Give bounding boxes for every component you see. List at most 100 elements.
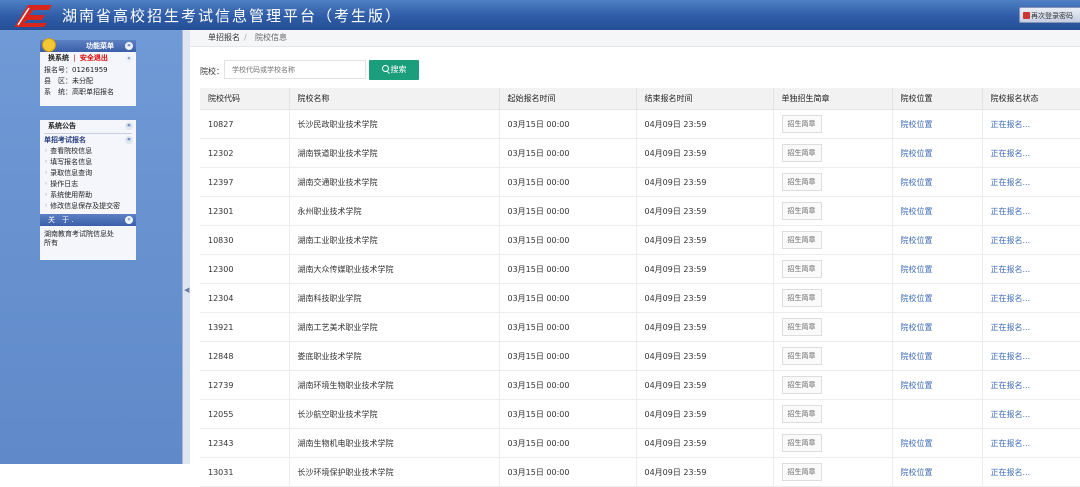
search-input[interactable] — [224, 60, 366, 79]
status-link[interactable]: 正在报名... — [982, 167, 1080, 197]
cell-code: 12343 — [200, 428, 290, 458]
cell-guide: 招生简章 — [773, 254, 893, 284]
breadcrumb-item[interactable]: 单招报名 — [208, 30, 240, 46]
location-link[interactable]: 院校位置 — [892, 225, 983, 255]
guide-button[interactable]: 招生简章 — [781, 434, 822, 452]
cell-start-time: 03月15日 00:00 — [499, 312, 637, 342]
cell-code: 10827 — [200, 109, 290, 139]
cell-school-name: 湖南环境生物职业技术学院 — [289, 370, 500, 400]
breadcrumb-item: 院校信息 — [255, 33, 287, 42]
menu-single-exam[interactable]: 单招考试报名 « — [40, 135, 136, 146]
status-link[interactable]: 正在报名... — [982, 196, 1080, 226]
status-link[interactable]: 正在报名... — [982, 225, 1080, 255]
menu-item-help[interactable]: ◦ 系统使用帮助 — [40, 190, 136, 201]
status-link[interactable]: 正在报名... — [982, 370, 1080, 400]
status-link[interactable]: 正在报名... — [982, 399, 1080, 429]
guide-button[interactable]: 招生简章 — [781, 115, 822, 133]
bullet-icon: ◦ — [44, 180, 49, 188]
collapse-icon[interactable]: » — [125, 42, 133, 50]
cell-guide: 招生简章 — [773, 196, 893, 226]
location-link[interactable]: 院校位置 — [892, 109, 983, 139]
guide-button[interactable]: 招生简章 — [781, 463, 822, 481]
status-link[interactable]: 正在报名... — [982, 428, 1080, 458]
location-link[interactable]: 院校位置 — [892, 138, 983, 168]
guide-button[interactable]: 招生简章 — [781, 289, 822, 307]
cell-end-time: 04月09日 23:59 — [636, 457, 774, 487]
collapse-arrow-icon[interactable]: ◀ — [184, 286, 189, 294]
guide-button[interactable]: 招生简章 — [781, 260, 822, 278]
location-link[interactable]: 院校位置 — [892, 254, 983, 284]
location-link[interactable] — [892, 399, 983, 429]
collapse-icon[interactable]: « — [125, 55, 133, 63]
cell-start-time: 03月15日 00:00 — [499, 341, 637, 371]
table-row: 12300 湖南大众传媒职业技术学院 03月15日 00:00 04月09日 23:5… — [200, 254, 1080, 284]
cell-guide: 招生简章 — [773, 312, 893, 342]
table-row: 12343 湖南生物机电职业技术学院 03月15日 00:00 04月09日 23:5… — [200, 428, 1080, 458]
cell-guide: 招生简章 — [773, 370, 893, 400]
search-button[interactable]: 搜索 — [369, 60, 419, 80]
menu-item-school-info[interactable]: ◦ 查看院校信息 — [40, 146, 136, 157]
status-link[interactable]: 正在报名... — [982, 109, 1080, 139]
menu-item-fill-info[interactable]: ◦ 填写报名信息 — [40, 157, 136, 168]
cell-end-time: 04月09日 23:59 — [636, 341, 774, 371]
collapse-icon[interactable]: « — [125, 216, 133, 224]
relogin-button[interactable]: 再次登录密码 — [1019, 7, 1080, 23]
cell-end-time: 04月09日 23:59 — [636, 225, 774, 255]
cell-code: 12304 — [200, 283, 290, 313]
cell-end-time: 04月09日 23:59 — [636, 428, 774, 458]
location-link[interactable]: 院校位置 — [892, 167, 983, 197]
cell-code: 12055 — [200, 399, 290, 429]
cell-guide: 招生简章 — [773, 428, 893, 458]
location-link[interactable]: 院校位置 — [892, 370, 983, 400]
location-link[interactable]: 院校位置 — [892, 341, 983, 371]
guide-button[interactable]: 招生简章 — [781, 173, 822, 191]
cell-guide: 招生简章 — [773, 138, 893, 168]
cell-code: 12397 — [200, 167, 290, 197]
cell-guide: 招生简章 — [773, 109, 893, 139]
status-link[interactable]: 正在报名... — [982, 138, 1080, 168]
col-header-start: 起始报名时间 — [499, 88, 637, 110]
cell-code: 13921 — [200, 312, 290, 342]
guide-button[interactable]: 招生简章 — [781, 144, 822, 162]
guide-button[interactable]: 招生简章 — [781, 318, 822, 336]
menu-item-log[interactable]: ◦ 操作日志 — [40, 179, 136, 190]
school-table: 院校代码 院校名称 起始报名时间 结束报名时间 单独招生简章 院校位置 院校报名… — [200, 88, 1080, 487]
status-link[interactable]: 正在报名... — [982, 283, 1080, 313]
guide-button[interactable]: 招生简章 — [781, 347, 822, 365]
cell-start-time: 03月15日 00:00 — [499, 428, 637, 458]
status-link[interactable]: 正在报名... — [982, 457, 1080, 487]
collapse-icon[interactable]: « — [125, 136, 133, 144]
switch-system-link[interactable]: 换系统 — [48, 54, 69, 62]
menu-item-save-submit[interactable]: ◦ 修改信息保存及提交密 — [40, 201, 136, 212]
about-header: 关 于 . « — [40, 214, 136, 226]
location-link[interactable]: 院校位置 — [892, 283, 983, 313]
info-system: 系 统：高职单招报名 — [44, 88, 114, 96]
guide-button[interactable]: 招生简章 — [781, 376, 822, 394]
table-row: 12739 湖南环境生物职业技术学院 03月15日 00:00 04月09日 23:5… — [200, 370, 1080, 400]
location-link[interactable]: 院校位置 — [892, 428, 983, 458]
safe-exit-link[interactable]: 安全退出 — [80, 54, 108, 62]
location-link[interactable]: 院校位置 — [892, 196, 983, 226]
cell-end-time: 04月09日 23:59 — [636, 254, 774, 284]
cell-school-name: 长沙航空职业技术学院 — [289, 399, 500, 429]
guide-button[interactable]: 招生简章 — [781, 231, 822, 249]
location-link[interactable]: 院校位置 — [892, 312, 983, 342]
status-link[interactable]: 正在报名... — [982, 254, 1080, 284]
status-link[interactable]: 正在报名... — [982, 341, 1080, 371]
cell-start-time: 03月15日 00:00 — [499, 399, 637, 429]
location-link[interactable]: 院校位置 — [892, 457, 983, 487]
cell-end-time: 04月09日 23:59 — [636, 283, 774, 313]
collapse-icon[interactable]: « — [125, 122, 133, 130]
sidebar: 功能菜单 » 换系统 | 安全退出 « 报名号：01261959 县 区：未分配… — [0, 30, 182, 464]
col-header-status: 院校报名状态 — [982, 88, 1080, 110]
top-header: 湖南省高校招生考试信息管理平台（考生版） 再次登录密码 — [0, 0, 1080, 30]
guide-button[interactable]: 招生简章 — [781, 202, 822, 220]
status-link[interactable]: 正在报名... — [982, 312, 1080, 342]
table-row: 12848 娄底职业技术学院 03月15日 00:00 04月09日 23:59 招生简… — [200, 341, 1080, 371]
menu-item-admission[interactable]: ◦ 录取信息查询 — [40, 168, 136, 179]
cell-end-time: 04月09日 23:59 — [636, 167, 774, 197]
col-header-location: 院校位置 — [892, 88, 983, 110]
cell-start-time: 03月15日 00:00 — [499, 196, 637, 226]
table-row: 13921 湖南工艺美术职业学院 03月15日 00:00 04月09日 23:59 招… — [200, 312, 1080, 342]
guide-button[interactable]: 招生简章 — [781, 405, 822, 423]
